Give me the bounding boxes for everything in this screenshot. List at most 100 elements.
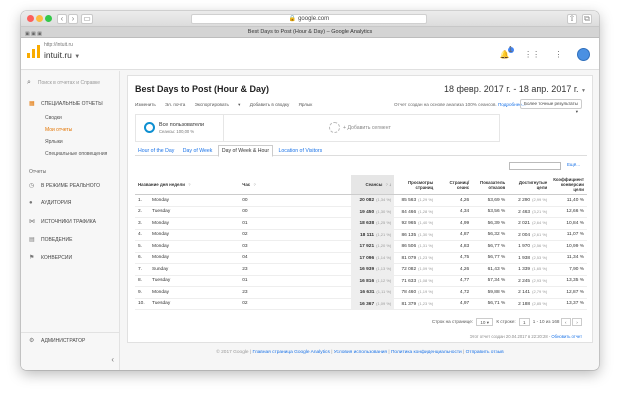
sidebar: ⌕ Поиск в отчетах и Справке ▦ Специальные … xyxy=(21,71,120,370)
lock-icon: 🔒 xyxy=(288,16,297,22)
shortcut-button[interactable]: Ярлык xyxy=(299,102,313,107)
col-day-header[interactable]: Название дня недели ? xyxy=(135,175,240,195)
cell-hour[interactable]: 03 xyxy=(239,240,352,253)
cell-pages-per-session: 4,26 xyxy=(436,194,473,207)
col-pages-per-session-header[interactable]: Страниц/сеанс xyxy=(436,175,473,195)
cell-hour[interactable]: 23 xyxy=(239,286,352,299)
sidebar-item-conversions[interactable]: ⚑ Конверсии xyxy=(29,254,72,261)
footer-link-terms[interactable]: Условия использования xyxy=(334,350,387,355)
sidebar-item-behavior[interactable]: ▤ Поведение xyxy=(29,236,72,243)
cell-pageviews: 86 506 (1,31 %) xyxy=(394,240,437,253)
precision-dropdown[interactable]: Более точные результаты ▾ xyxy=(520,99,582,114)
cell-day[interactable]: Sunday xyxy=(149,263,240,276)
sidebar-item-acquisition[interactable]: ⋈ Источники трафика xyxy=(29,218,96,225)
email-button[interactable]: Эл. почта xyxy=(165,102,185,107)
col-conversion-header[interactable]: Коэффициент конверсии цели xyxy=(550,175,587,195)
close-window-button[interactable] xyxy=(27,15,34,22)
sidebar-search[interactable]: ⌕ Поиск в отчетах и Справке xyxy=(27,79,100,87)
advanced-search-link[interactable]: Ещё... xyxy=(567,162,580,167)
chevron-down-icon: ▾ xyxy=(575,109,578,114)
share-icon[interactable]: ⇧ xyxy=(567,14,577,24)
col-hour-header[interactable]: Час ? xyxy=(239,175,352,195)
goto-row-input[interactable]: 1 xyxy=(518,318,530,326)
cell-hour[interactable]: 01 xyxy=(239,217,352,230)
col-pageviews-header[interactable]: Просмотры страниц xyxy=(394,175,437,195)
header-icons: 🔔 1 ⋮⋮ ⋮ xyxy=(490,46,590,62)
col-goals-header[interactable]: Достигнутые цели xyxy=(508,175,551,195)
footer-link-privacy[interactable]: Политика конфиденциальности xyxy=(391,350,462,355)
browser-tab[interactable]: ▣ ▣ ▣ Best Days to Post (Hour & Day) – G… xyxy=(21,27,599,38)
sidebar-item-audience[interactable]: ● Аудитория xyxy=(29,200,71,206)
tabs-icon[interactable]: ⧉ xyxy=(582,14,592,24)
cell-day[interactable]: Monday xyxy=(149,240,240,253)
minimize-window-button[interactable] xyxy=(36,15,43,22)
avatar[interactable] xyxy=(577,48,590,62)
cell-hour[interactable]: 23 xyxy=(239,263,352,276)
sidebar-sub-dashboards[interactable]: Сводки xyxy=(45,115,62,121)
cell-bounce-rate: 56,71 % xyxy=(472,298,509,310)
sidebar-sub-shortcuts[interactable]: Ярлыки xyxy=(45,139,63,145)
back-button[interactable]: ‹ xyxy=(57,14,67,24)
sidebar-toggle-icon[interactable]: ▭ xyxy=(81,14,93,24)
sidebar-item-realtime[interactable]: ◷ В режиме реального xyxy=(29,182,100,189)
report-tabs: Hour of the Day Day of Week Day of Week … xyxy=(135,145,587,157)
cell-hour[interactable]: 01 xyxy=(239,275,352,287)
address-bar[interactable]: 🔒 google.com xyxy=(191,14,427,24)
cell-day[interactable]: Monday xyxy=(149,217,240,230)
cell-hour[interactable]: 02 xyxy=(239,298,352,310)
notifications-bell-icon[interactable]: 🔔 1 xyxy=(500,46,514,59)
prev-page-button[interactable]: ‹ xyxy=(560,318,571,326)
cell-day[interactable]: Monday xyxy=(149,229,240,241)
cell-day[interactable]: Tuesday xyxy=(149,298,240,310)
date-range-picker[interactable]: 18 февр. 2017 г. - 18 апр. 2017 г. ▼ xyxy=(444,84,586,94)
cell-day[interactable]: Tuesday xyxy=(149,275,240,287)
cell-day[interactable]: Monday xyxy=(149,286,240,299)
segment-ring-icon xyxy=(144,122,155,133)
cell-day[interactable]: Tuesday xyxy=(149,206,240,218)
tab-day-of-week[interactable]: Day of Week xyxy=(180,146,216,156)
row-index: 7. xyxy=(135,263,149,276)
sidebar-item-special-reports[interactable]: ▦ Специальные отчеты xyxy=(29,100,103,107)
apps-grid-icon[interactable]: ⋮⋮ xyxy=(524,50,540,59)
chevron-down-icon: ▼ xyxy=(581,88,586,94)
cell-hour[interactable]: 04 xyxy=(239,252,352,264)
table-search-input[interactable] xyxy=(509,162,561,170)
rows-per-page-select[interactable]: 10 ▾ xyxy=(476,318,494,326)
account-url: http://intuit.ru xyxy=(44,42,73,48)
table-row: 1. Monday 00 20 082 (1,34 %) 85 563 (1,29 %) 4,… xyxy=(135,194,587,207)
segment-all-users[interactable]: Все пользователи Сеансы: 100,00 % xyxy=(136,115,224,141)
row-index: 6. xyxy=(135,252,149,264)
cell-hour[interactable]: 02 xyxy=(239,229,352,241)
add-segment-button[interactable]: + Добавить сегмент xyxy=(343,125,391,131)
cell-day[interactable]: Monday xyxy=(149,194,240,207)
sidebar-item-admin[interactable]: ⚙ Администратор xyxy=(29,337,85,344)
sidebar-sub-my-reports[interactable]: Мои отчеты xyxy=(45,127,72,133)
cell-sessions: 16 631 (1,11 %) xyxy=(351,286,395,299)
collapse-sidebar-icon[interactable]: ‹ xyxy=(111,355,114,364)
cell-pages-per-session: 4,97 xyxy=(436,298,473,310)
edit-button[interactable]: Изменить xyxy=(135,102,156,107)
add-to-dashboard-button[interactable]: Добавить в сводку xyxy=(250,102,289,107)
tab-day-of-week-hour[interactable]: Day of Week & Hour xyxy=(217,145,274,157)
refresh-report-link[interactable]: Обновить отчет xyxy=(551,334,582,339)
row-index: 1. xyxy=(135,194,149,207)
footer-link-feedback[interactable]: Отправить отзыв xyxy=(466,350,504,355)
next-page-button[interactable]: › xyxy=(572,318,582,326)
col-bounce-header[interactable]: Показатель отказов xyxy=(472,175,509,195)
account-selector[interactable]: intuit.ru ▼ xyxy=(44,50,80,60)
cell-goals: 2 141 (2,79 %) xyxy=(508,286,551,299)
cell-day[interactable]: Monday xyxy=(149,252,240,264)
export-button[interactable]: Экспортировать ▾ xyxy=(195,102,241,107)
maximize-window-button[interactable] xyxy=(45,15,52,22)
more-vert-icon[interactable]: ⋮ xyxy=(555,50,563,59)
cell-hour[interactable]: 00 xyxy=(239,206,352,218)
sidebar-sub-alerts[interactable]: Специальные оповещения xyxy=(45,151,107,157)
tab-location-of-visitors[interactable]: Location of Visitors xyxy=(276,146,326,156)
tab-hour-of-day[interactable]: Hour of the Day xyxy=(135,146,177,156)
footer-link-home[interactable]: Главная страница Google Analytics xyxy=(253,350,330,355)
cell-hour[interactable]: 00 xyxy=(239,194,352,207)
col-sessions-header[interactable]: Сеансы ? ↓ xyxy=(351,175,395,195)
cell-pageviews: 72 082 (1,09 %) xyxy=(394,263,437,276)
add-segment-ring-icon xyxy=(329,122,340,133)
forward-button[interactable]: › xyxy=(68,14,78,24)
